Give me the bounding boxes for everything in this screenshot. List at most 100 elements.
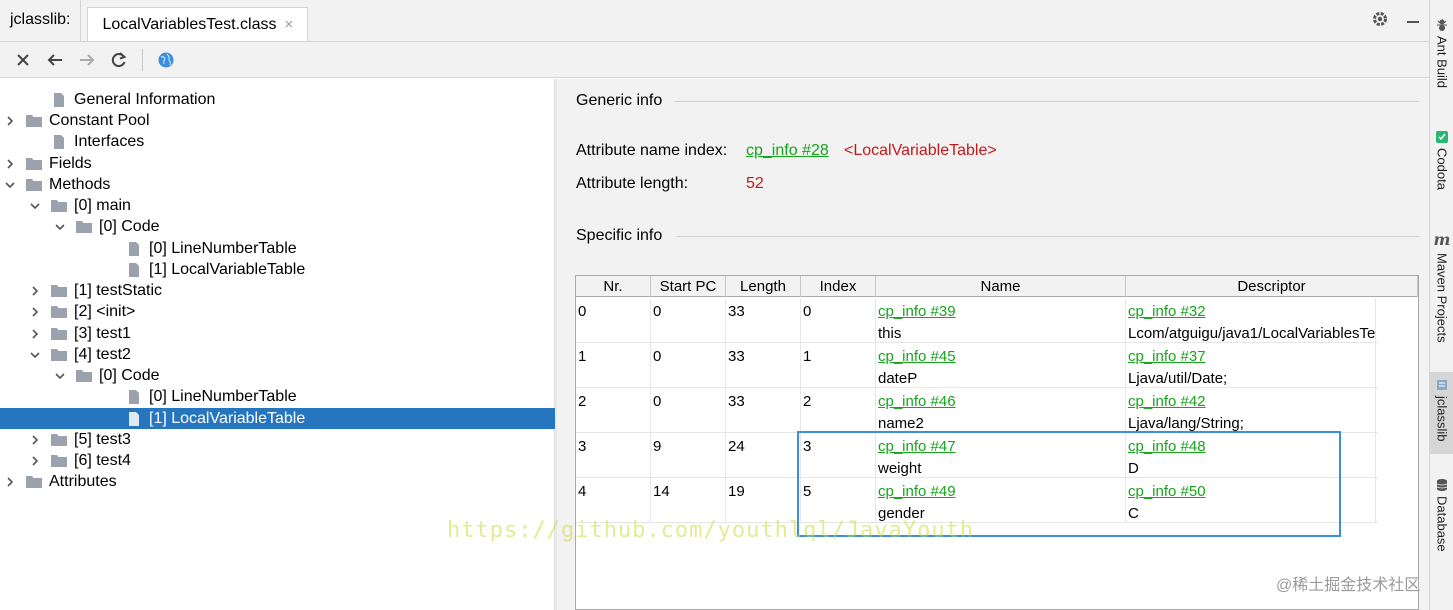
chevron-down-icon[interactable] xyxy=(3,178,17,192)
codota-icon xyxy=(1436,131,1448,143)
table-row[interactable]: 2 0 33 2 cp_info #46 name2 cp_info #42 Ljava/la… xyxy=(576,388,1378,433)
cp-info-link[interactable]: cp_info #39 xyxy=(878,301,1123,323)
sidebar-item-codota[interactable]: Codota xyxy=(1430,130,1453,190)
attribute-name-index-link[interactable]: cp_info #28 xyxy=(746,142,829,160)
cell-name: cp_info #47 weight xyxy=(876,433,1126,478)
cell-descriptor-value: C xyxy=(1128,505,1139,522)
tree-item[interactable]: [3] test1 xyxy=(0,323,555,344)
chevron-right-icon[interactable] xyxy=(3,157,17,171)
cp-info-link[interactable]: cp_info #50 xyxy=(1128,481,1373,503)
attribute-name-index-label: Attribute name index: xyxy=(576,142,728,159)
cp-info-link[interactable]: cp_info #42 xyxy=(1128,391,1373,413)
cp-info-link[interactable]: cp_info #48 xyxy=(1128,436,1373,458)
close-icon[interactable]: × xyxy=(284,16,293,33)
column-header-descriptor[interactable]: Descriptor xyxy=(1126,276,1418,297)
tree-item[interactable]: [2] <init> xyxy=(0,301,555,322)
tree-item[interactable]: [0] Code xyxy=(0,365,555,386)
chevron-right-icon[interactable] xyxy=(28,284,42,298)
tree-item-label: Methods xyxy=(49,175,111,193)
chevron-right-icon[interactable] xyxy=(3,475,17,489)
tab-local-variables-test[interactable]: LocalVariablesTest.class × xyxy=(87,7,309,41)
tree-item-label: [0] Code xyxy=(99,217,160,235)
cell-name: cp_info #45 dateP xyxy=(876,343,1126,388)
cp-info-link[interactable]: cp_info #49 xyxy=(878,481,1123,503)
tree-item[interactable]: [1] testStatic xyxy=(0,280,555,301)
column-header-start-pc[interactable]: Start PC xyxy=(651,276,726,297)
cell-name-value: dateP xyxy=(878,370,918,387)
tree-item[interactable]: [4] test2 xyxy=(0,344,555,365)
tree-item[interactable]: [0] Code xyxy=(0,216,555,237)
tree-item[interactable]: Methods xyxy=(0,174,555,195)
file-icon xyxy=(125,241,143,257)
cell-index: 3 xyxy=(801,433,876,478)
close-file-button[interactable] xyxy=(10,47,36,73)
column-header-name[interactable]: Name xyxy=(876,276,1126,297)
cell-descriptor-value: Lcom/atguigu/java1/LocalVariablesTest; xyxy=(1128,325,1376,342)
chevron-right-icon[interactable] xyxy=(28,327,42,341)
gear-icon[interactable] xyxy=(1371,10,1389,33)
cp-info-link[interactable]: cp_info #32 xyxy=(1128,301,1373,323)
sidebar-item-maven-projects[interactable]: m Maven Projects xyxy=(1430,230,1453,343)
chevron-right-icon[interactable] xyxy=(3,114,17,128)
back-button[interactable] xyxy=(42,47,68,73)
chevron-down-icon[interactable] xyxy=(28,199,42,213)
chevron-right-icon[interactable] xyxy=(28,454,42,468)
tree-item[interactable]: [5] test3 xyxy=(0,429,555,450)
column-header-nr[interactable]: Nr. xyxy=(576,276,651,297)
reload-button[interactable] xyxy=(106,47,132,73)
cell-descriptor: cp_info #42 Ljava/lang/String; xyxy=(1126,388,1376,433)
chevron-right-icon[interactable] xyxy=(28,305,42,319)
cell-nr: 0 xyxy=(576,298,651,343)
sidebar-item-jclasslib[interactable]: jclasslib xyxy=(1430,372,1453,454)
table-row[interactable]: 1 0 33 1 cp_info #45 dateP cp_info #37 Ljava/ut… xyxy=(576,343,1378,388)
cp-info-link[interactable]: cp_info #45 xyxy=(878,346,1123,368)
tree-item[interactable]: [1] LocalVariableTable xyxy=(0,259,555,280)
cell-length: 19 xyxy=(726,478,801,523)
chevron-down-icon[interactable] xyxy=(53,369,67,383)
arrow-right-icon xyxy=(80,53,95,66)
cp-info-link[interactable]: cp_info #37 xyxy=(1128,346,1373,368)
minimize-icon[interactable] xyxy=(1405,11,1421,32)
sidebar-item-ant-build[interactable]: Ant Build xyxy=(1430,18,1453,88)
table-row[interactable]: 3 9 24 3 cp_info #47 weight cp_info #48 D xyxy=(576,433,1378,478)
folder-icon xyxy=(50,326,68,342)
cp-info-link[interactable]: cp_info #46 xyxy=(878,391,1123,413)
tree-item-label: [1] LocalVariableTable xyxy=(149,260,306,278)
tree-item[interactable]: [1] LocalVariableTable xyxy=(0,408,555,429)
tool-window-title: jclasslib: xyxy=(0,0,82,41)
tool-window-sidebar: Ant Build Codota m Maven Projects jclass… xyxy=(1429,0,1453,610)
tree-item[interactable]: [0] LineNumberTable xyxy=(0,386,555,407)
chevron-down-icon[interactable] xyxy=(53,220,67,234)
column-header-index[interactable]: Index xyxy=(801,276,876,297)
maven-icon: m xyxy=(1433,230,1451,249)
forward-button[interactable] xyxy=(74,47,100,73)
cell-start-pc: 9 xyxy=(651,433,726,478)
browser-button[interactable] xyxy=(153,47,179,73)
tree-item[interactable]: Fields xyxy=(0,153,555,174)
cell-name-value: weight xyxy=(878,460,922,477)
tree-item[interactable]: Interfaces xyxy=(0,131,555,152)
tree-item[interactable]: Attributes xyxy=(0,471,555,492)
tree-item[interactable]: [6] test4 xyxy=(0,450,555,471)
cell-name-value: this xyxy=(878,325,902,342)
table-header: Nr. Start PC Length Index Name Descripto… xyxy=(576,276,1418,297)
cp-info-link[interactable]: cp_info #47 xyxy=(878,436,1123,458)
column-header-length[interactable]: Length xyxy=(726,276,801,297)
chevron-right-icon[interactable] xyxy=(28,433,42,447)
tree-item[interactable]: Constant Pool xyxy=(0,110,555,131)
tree-item[interactable]: [0] main xyxy=(0,195,555,216)
table-row[interactable]: 4 14 19 5 cp_info #49 gender cp_info #50 C xyxy=(576,478,1378,523)
generic-info-divider xyxy=(675,101,1419,102)
cell-index: 2 xyxy=(801,388,876,433)
sidebar-item-database[interactable]: Database xyxy=(1430,478,1453,552)
tree-item[interactable]: General Information xyxy=(0,89,555,110)
cell-name: cp_info #46 name2 xyxy=(876,388,1126,433)
chevron-down-icon[interactable] xyxy=(28,348,42,362)
folder-icon xyxy=(50,283,68,299)
tree-item[interactable]: [0] LineNumberTable xyxy=(0,238,555,259)
cell-start-pc: 14 xyxy=(651,478,726,523)
table-row[interactable]: 0 0 33 0 cp_info #39 this cp_info #32 Lcom/atgu… xyxy=(576,298,1378,343)
cell-nr: 4 xyxy=(576,478,651,523)
